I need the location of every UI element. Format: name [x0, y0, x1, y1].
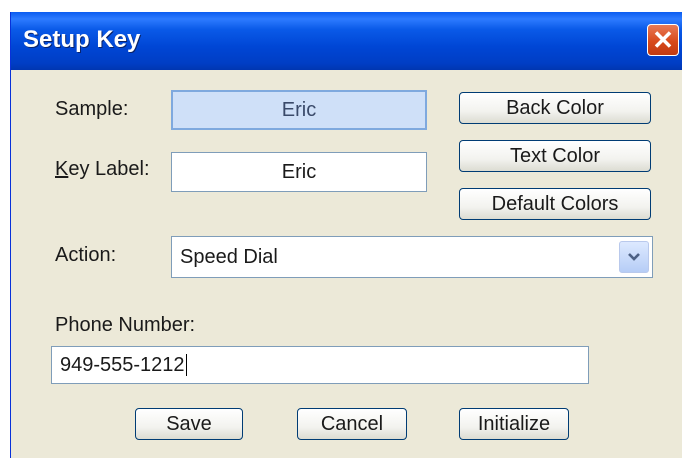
- phone-number-input[interactable]: 949-555-1212: [51, 346, 589, 384]
- sample-label: Sample:: [55, 98, 129, 120]
- sample-text: Eric: [281, 98, 317, 121]
- sample-preview: Eric: [171, 90, 427, 130]
- phone-number-value: 949-555-1212: [60, 353, 185, 376]
- action-label: Action:: [55, 244, 117, 266]
- dropdown-button[interactable]: [619, 241, 649, 273]
- cancel-button[interactable]: Cancel: [297, 408, 407, 440]
- close-icon: ✕: [652, 25, 674, 55]
- phone-number-label: Phone Number:: [55, 314, 196, 336]
- title-bar[interactable]: Setup Key ✕: [11, 12, 682, 70]
- action-selected-value: Speed Dial: [180, 245, 278, 268]
- key-label-value: Eric: [281, 160, 317, 183]
- text-color-button[interactable]: Text Color: [459, 140, 651, 172]
- initialize-button[interactable]: Initialize: [459, 408, 569, 440]
- close-button[interactable]: ✕: [647, 24, 679, 56]
- window-title: Setup Key: [23, 26, 141, 53]
- save-button[interactable]: Save: [135, 408, 243, 440]
- back-color-button[interactable]: Back Color: [459, 92, 651, 124]
- key-label-input[interactable]: Eric: [171, 152, 427, 192]
- chevron-down-icon: [628, 253, 640, 261]
- setup-key-dialog: Setup Key ✕ Sample: Eric Key Label: Eric…: [10, 12, 682, 458]
- key-label-label: Key Label:: [55, 158, 150, 181]
- key-label-label-text: ey Label:: [68, 158, 150, 180]
- action-dropdown[interactable]: Speed Dial: [171, 236, 653, 278]
- key-label-mnemonic: K: [55, 158, 69, 180]
- default-colors-button[interactable]: Default Colors: [459, 188, 651, 220]
- text-caret: [185, 354, 187, 376]
